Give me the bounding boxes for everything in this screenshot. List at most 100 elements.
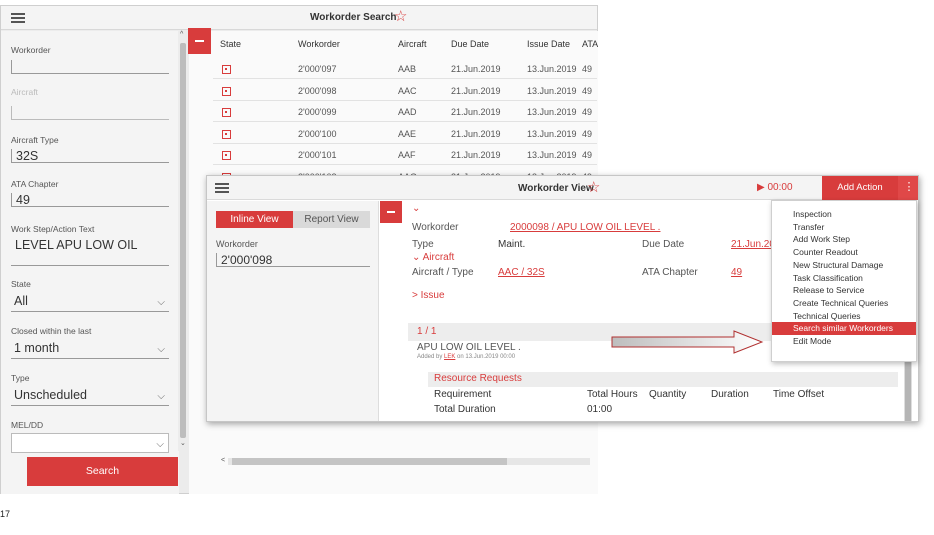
cell-ata[interactable]: 49 xyxy=(582,107,592,117)
hscroll-thumb[interactable] xyxy=(232,458,507,465)
cell-ata[interactable]: 49 xyxy=(582,86,592,96)
panel-scroll-thumb[interactable] xyxy=(180,43,186,438)
workorder-input[interactable] xyxy=(11,60,169,74)
menu-item-inspection[interactable]: Inspection xyxy=(772,208,916,221)
issue-section-title: Issue xyxy=(420,290,445,301)
scroll-up-icon[interactable]: ^ xyxy=(180,31,183,38)
cell-ata[interactable]: 49 xyxy=(582,64,592,74)
panel-scrollbar[interactable]: ^ ⌄ xyxy=(178,31,188,451)
due-date-label: Due Date xyxy=(642,239,685,250)
closed-within-label: Closed within the last xyxy=(11,326,92,336)
ata-chapter-input[interactable]: 49 xyxy=(11,193,169,207)
column-header-due-date[interactable]: Due Date xyxy=(451,39,489,49)
ata-chapter-link[interactable]: 49 xyxy=(731,267,742,278)
cell-workorder[interactable]: 2'000'100 xyxy=(298,129,336,139)
tab-report-view[interactable]: Report View xyxy=(293,211,370,228)
cell-aircraft[interactable]: AAE xyxy=(398,129,416,139)
menu-icon[interactable] xyxy=(11,13,25,23)
menu-item-new-structural-damage[interactable]: New Structural Damage xyxy=(772,259,916,272)
resource-requests-strip: Resource Requests xyxy=(428,372,898,387)
cell-workorder[interactable]: 2'000'098 xyxy=(298,86,336,96)
mel-dd-select[interactable]: ⌵ xyxy=(11,433,169,453)
aircraft-type-input[interactable]: 32S xyxy=(11,149,169,163)
menu-item-add-work-step[interactable]: Add Work Step xyxy=(772,233,916,246)
cell-issue-date[interactable]: 13.Jun.2019 xyxy=(527,129,577,139)
cell-ata[interactable]: 49 xyxy=(582,150,592,160)
scroll-down-icon[interactable]: ⌄ xyxy=(180,439,186,447)
tab-inline-view[interactable]: Inline View xyxy=(216,211,293,228)
total-duration-value: 01:00 xyxy=(587,404,613,415)
annotation-arrow xyxy=(611,330,764,354)
column-header-aircraft[interactable]: Aircraft xyxy=(398,39,427,49)
state-icon[interactable] xyxy=(222,86,231,96)
column-header-issue-date[interactable]: Issue Date xyxy=(527,39,570,49)
aircraft-input[interactable] xyxy=(11,106,169,120)
scroll-left-icon[interactable]: < xyxy=(221,457,225,464)
collapse-panel-button[interactable] xyxy=(188,28,211,54)
work-step-input[interactable]: LEVEL APU LOW OIL xyxy=(11,238,169,266)
cell-aircraft[interactable]: AAC xyxy=(398,86,417,96)
chevron-down-icon: ⌵ xyxy=(157,297,165,308)
state-select[interactable]: All ⌵ xyxy=(11,292,169,312)
menu-item-transfer[interactable]: Transfer xyxy=(772,221,916,234)
state-icon[interactable] xyxy=(222,129,231,139)
menu-item-counter-readout[interactable]: Counter Readout xyxy=(772,246,916,259)
mel-dd-label: MEL/DD xyxy=(11,420,44,430)
add-action-menu: Inspection Transfer Add Work Step Counter R… xyxy=(771,200,917,362)
workorder-input[interactable]: 2'000'098 xyxy=(216,253,370,267)
state-icon[interactable] xyxy=(222,65,231,74)
menu-item-search-similar-workorders[interactable]: Search similar Workorders xyxy=(772,322,916,335)
type-select[interactable]: Unscheduled ⌵ xyxy=(11,386,169,406)
column-header-workorder[interactable]: Workorder xyxy=(298,39,340,49)
expand-chevron-icon[interactable]: ⌄ xyxy=(412,203,420,214)
favorite-star-icon[interactable]: ☆ xyxy=(394,9,407,24)
cell-workorder[interactable]: 2'000'099 xyxy=(298,107,336,117)
row-divider xyxy=(213,164,597,165)
issue-text: APU LOW OIL LEVEL . xyxy=(417,342,521,353)
cell-aircraft[interactable]: AAF xyxy=(398,150,416,160)
cell-issue-date[interactable]: 13.Jun.2019 xyxy=(527,86,577,96)
cell-aircraft[interactable]: AAD xyxy=(398,107,417,117)
menu-icon[interactable] xyxy=(215,183,229,193)
menu-item-task-classification[interactable]: Task Classification xyxy=(772,272,916,285)
menu-item-edit-mode[interactable]: Edit Mode xyxy=(772,335,916,348)
added-user-link[interactable]: LEK xyxy=(444,354,455,360)
type-value: Maint. xyxy=(498,239,526,250)
cell-issue-date[interactable]: 13.Jun.2019 xyxy=(527,107,577,117)
state-icon[interactable] xyxy=(222,151,231,160)
cell-workorder[interactable]: 2'000'097 xyxy=(298,64,336,74)
aircraft-section-toggle[interactable]: ⌄ Aircraft xyxy=(412,252,454,263)
row-divider xyxy=(213,142,597,144)
cell-issue-date[interactable]: 13.Jun.2019 xyxy=(527,150,577,160)
add-action-button[interactable]: Add Action xyxy=(822,176,898,200)
cell-workorder[interactable]: 2'000'101 xyxy=(298,150,336,160)
cell-issue-date[interactable]: 13.Jun.2019 xyxy=(527,64,577,74)
issue-section-toggle[interactable]: > Issue xyxy=(412,290,445,301)
work-step-label: Work Step/Action Text xyxy=(11,224,95,234)
cell-ata[interactable]: 49 xyxy=(582,129,592,139)
menu-item-create-technical-queries[interactable]: Create Technical Queries xyxy=(772,297,916,310)
column-header-ata[interactable]: ATA xyxy=(582,39,598,49)
workorder-label: Workorder xyxy=(11,45,51,55)
collapse-panel-button[interactable] xyxy=(380,201,402,223)
horizontal-scrollbar[interactable] xyxy=(228,458,590,465)
res-col-requirement: Requirement xyxy=(434,389,492,400)
closed-within-select[interactable]: 1 month ⌵ xyxy=(11,339,169,359)
workorder-link[interactable]: 2000098 / APU LOW OIL LEVEL . xyxy=(510,222,660,233)
aircraft-type-link[interactable]: AAC / 32S xyxy=(498,267,545,278)
cell-due-date[interactable]: 21.Jun.2019 xyxy=(451,129,501,139)
cell-due-date[interactable]: 21.Jun.2019 xyxy=(451,64,501,74)
cell-due-date[interactable]: 21.Jun.2019 xyxy=(451,107,501,117)
cell-aircraft[interactable]: AAB xyxy=(398,64,416,74)
cell-due-date[interactable]: 21.Jun.2019 xyxy=(451,86,501,96)
timer[interactable]: ▶ 00:00 xyxy=(757,182,793,193)
menu-item-release-to-service[interactable]: Release to Service xyxy=(772,284,916,297)
added-by-line: Added by LEK on 13.Jun.2019 00:00 xyxy=(417,354,515,360)
column-header-state[interactable]: State xyxy=(220,39,241,49)
favorite-star-icon[interactable]: ☆ xyxy=(587,180,600,195)
state-icon[interactable] xyxy=(222,108,231,117)
search-button[interactable]: Search xyxy=(27,457,178,486)
cell-due-date[interactable]: 21.Jun.2019 xyxy=(451,150,501,160)
more-options-icon[interactable]: ⋮ xyxy=(898,176,918,200)
menu-item-technical-queries[interactable]: Technical Queries xyxy=(772,310,916,323)
